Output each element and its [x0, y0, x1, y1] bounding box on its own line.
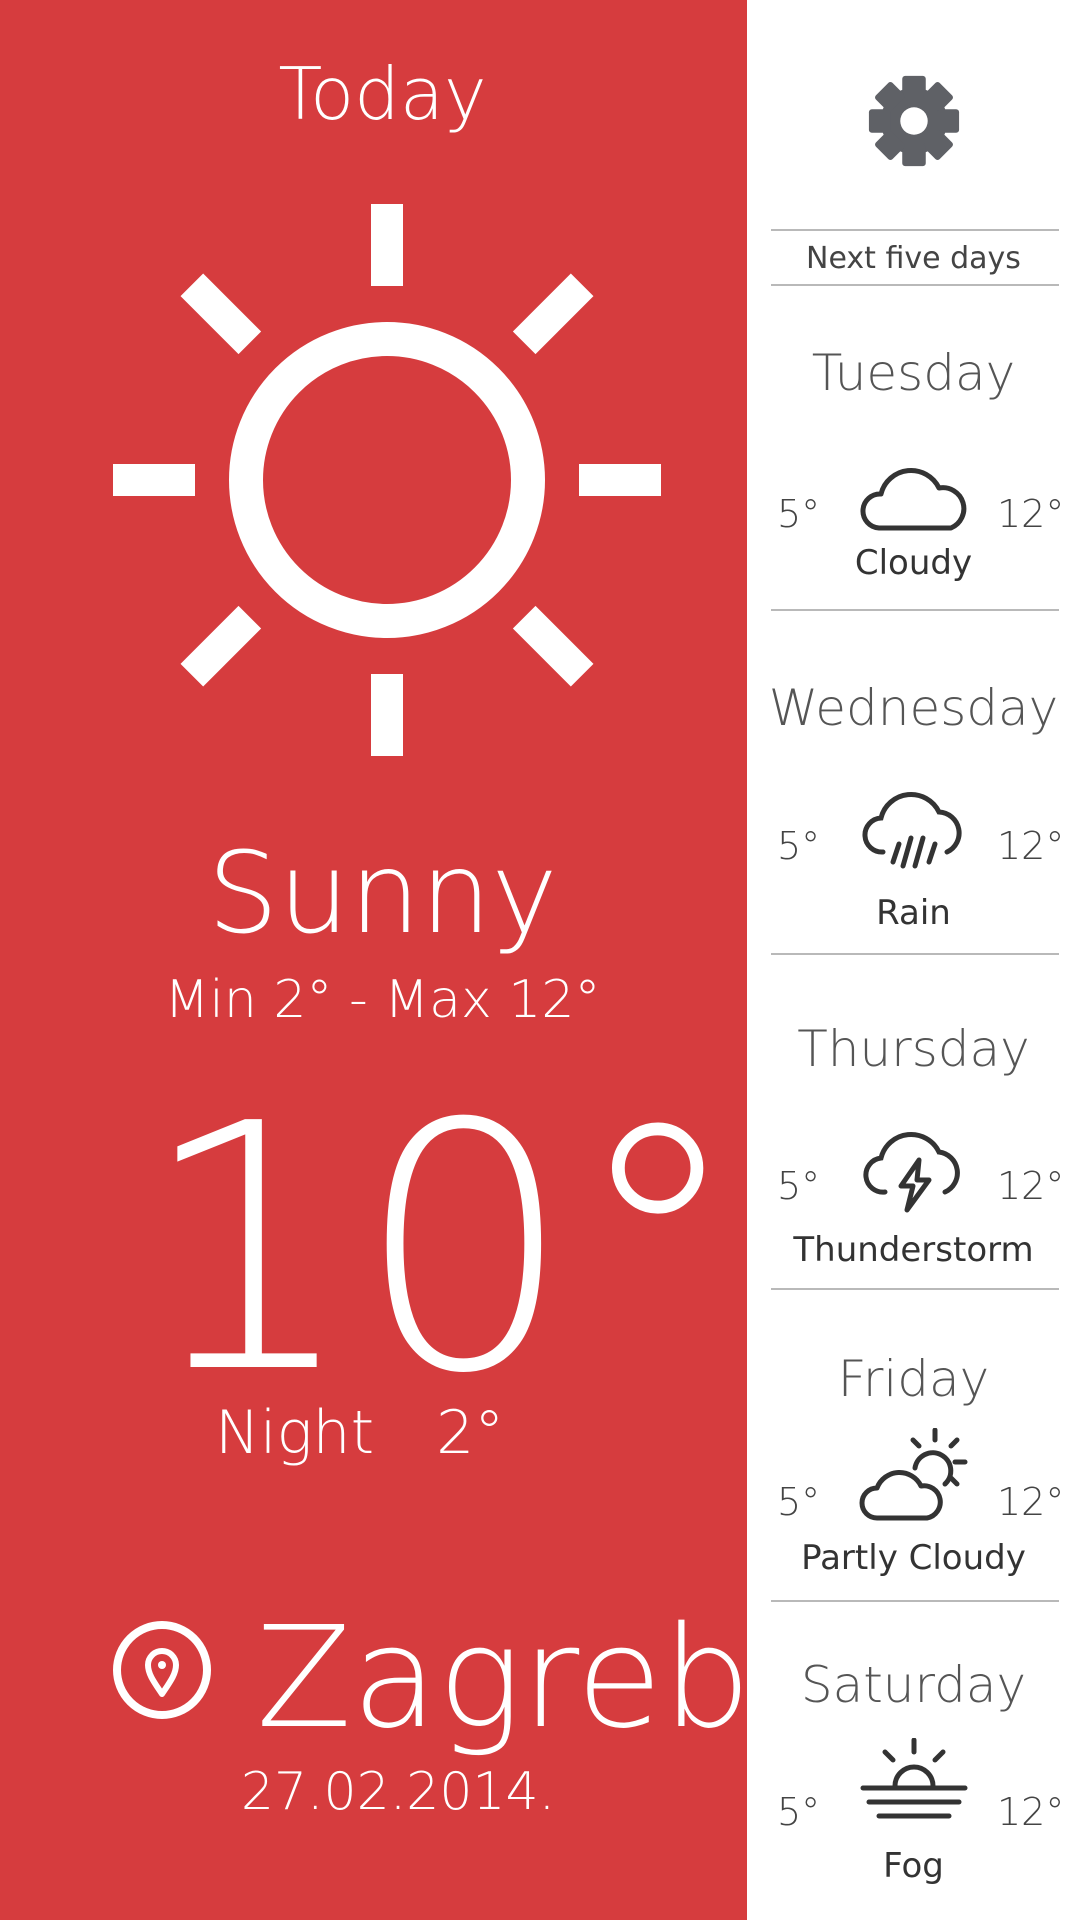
divider	[771, 609, 1059, 611]
fog-icon	[860, 1738, 968, 1819]
night-label: Night	[215, 1398, 375, 1468]
today-panel: Today Sunny Min 2° - Max 12° 10° Night 2°…	[0, 0, 751, 1920]
day-min-temp: 5°	[777, 824, 821, 868]
day-max-temp: 12°	[997, 492, 1065, 536]
today-min-max: Min 2° - Max 12°	[164, 970, 601, 1030]
thunderstorm-icon	[863, 1131, 960, 1213]
divider	[771, 229, 1059, 231]
divider	[771, 284, 1059, 286]
day-condition: Thunderstorm	[793, 1230, 1034, 1270]
next-five-days-header: Next five days	[806, 241, 1021, 276]
day-min-temp: 5°	[777, 1164, 821, 1208]
day-name-thursday: Thursday	[797, 1020, 1030, 1078]
day-condition: Cloudy	[854, 543, 973, 583]
day-name-friday: Friday	[837, 1350, 990, 1408]
forecast-sidebar: Next five days Tuesday 5° 12° Cloudy Wed…	[747, 0, 1080, 1920]
day-name-tuesday: Tuesday	[811, 344, 1016, 402]
today-condition: Sunny	[207, 829, 558, 959]
city-name: Zagreb	[256, 1597, 752, 1760]
divider	[771, 1288, 1059, 1290]
day-min-temp: 5°	[777, 492, 821, 536]
sun-icon	[113, 204, 661, 756]
gear-icon[interactable]	[865, 72, 963, 170]
day-name-saturday: Saturday	[800, 1656, 1027, 1714]
rain-icon	[862, 791, 962, 869]
today-title: Today	[278, 52, 487, 136]
day-max-temp: 12°	[997, 1480, 1065, 1524]
night-temperature: 2°	[436, 1398, 505, 1468]
partly-cloudy-icon	[859, 1428, 968, 1521]
day-min-temp: 5°	[777, 1480, 821, 1524]
day-condition: Fog	[883, 1846, 944, 1886]
day-max-temp: 12°	[997, 824, 1065, 868]
current-temperature: 10°	[140, 1052, 743, 1448]
map-pin-icon[interactable]	[110, 1618, 214, 1722]
day-min-temp: 5°	[777, 1790, 821, 1834]
cloud-icon	[860, 467, 967, 531]
night-temperature-row: Night 2°	[215, 1398, 504, 1468]
day-condition: Partly Cloudy	[801, 1538, 1026, 1578]
divider	[771, 1600, 1059, 1602]
divider	[771, 953, 1059, 955]
day-condition: Rain	[876, 893, 951, 933]
day-name-wednesday: Wednesday	[768, 679, 1059, 737]
day-max-temp: 12°	[997, 1164, 1065, 1208]
date: 27.02.2014.	[240, 1762, 556, 1822]
day-max-temp: 12°	[997, 1790, 1065, 1834]
